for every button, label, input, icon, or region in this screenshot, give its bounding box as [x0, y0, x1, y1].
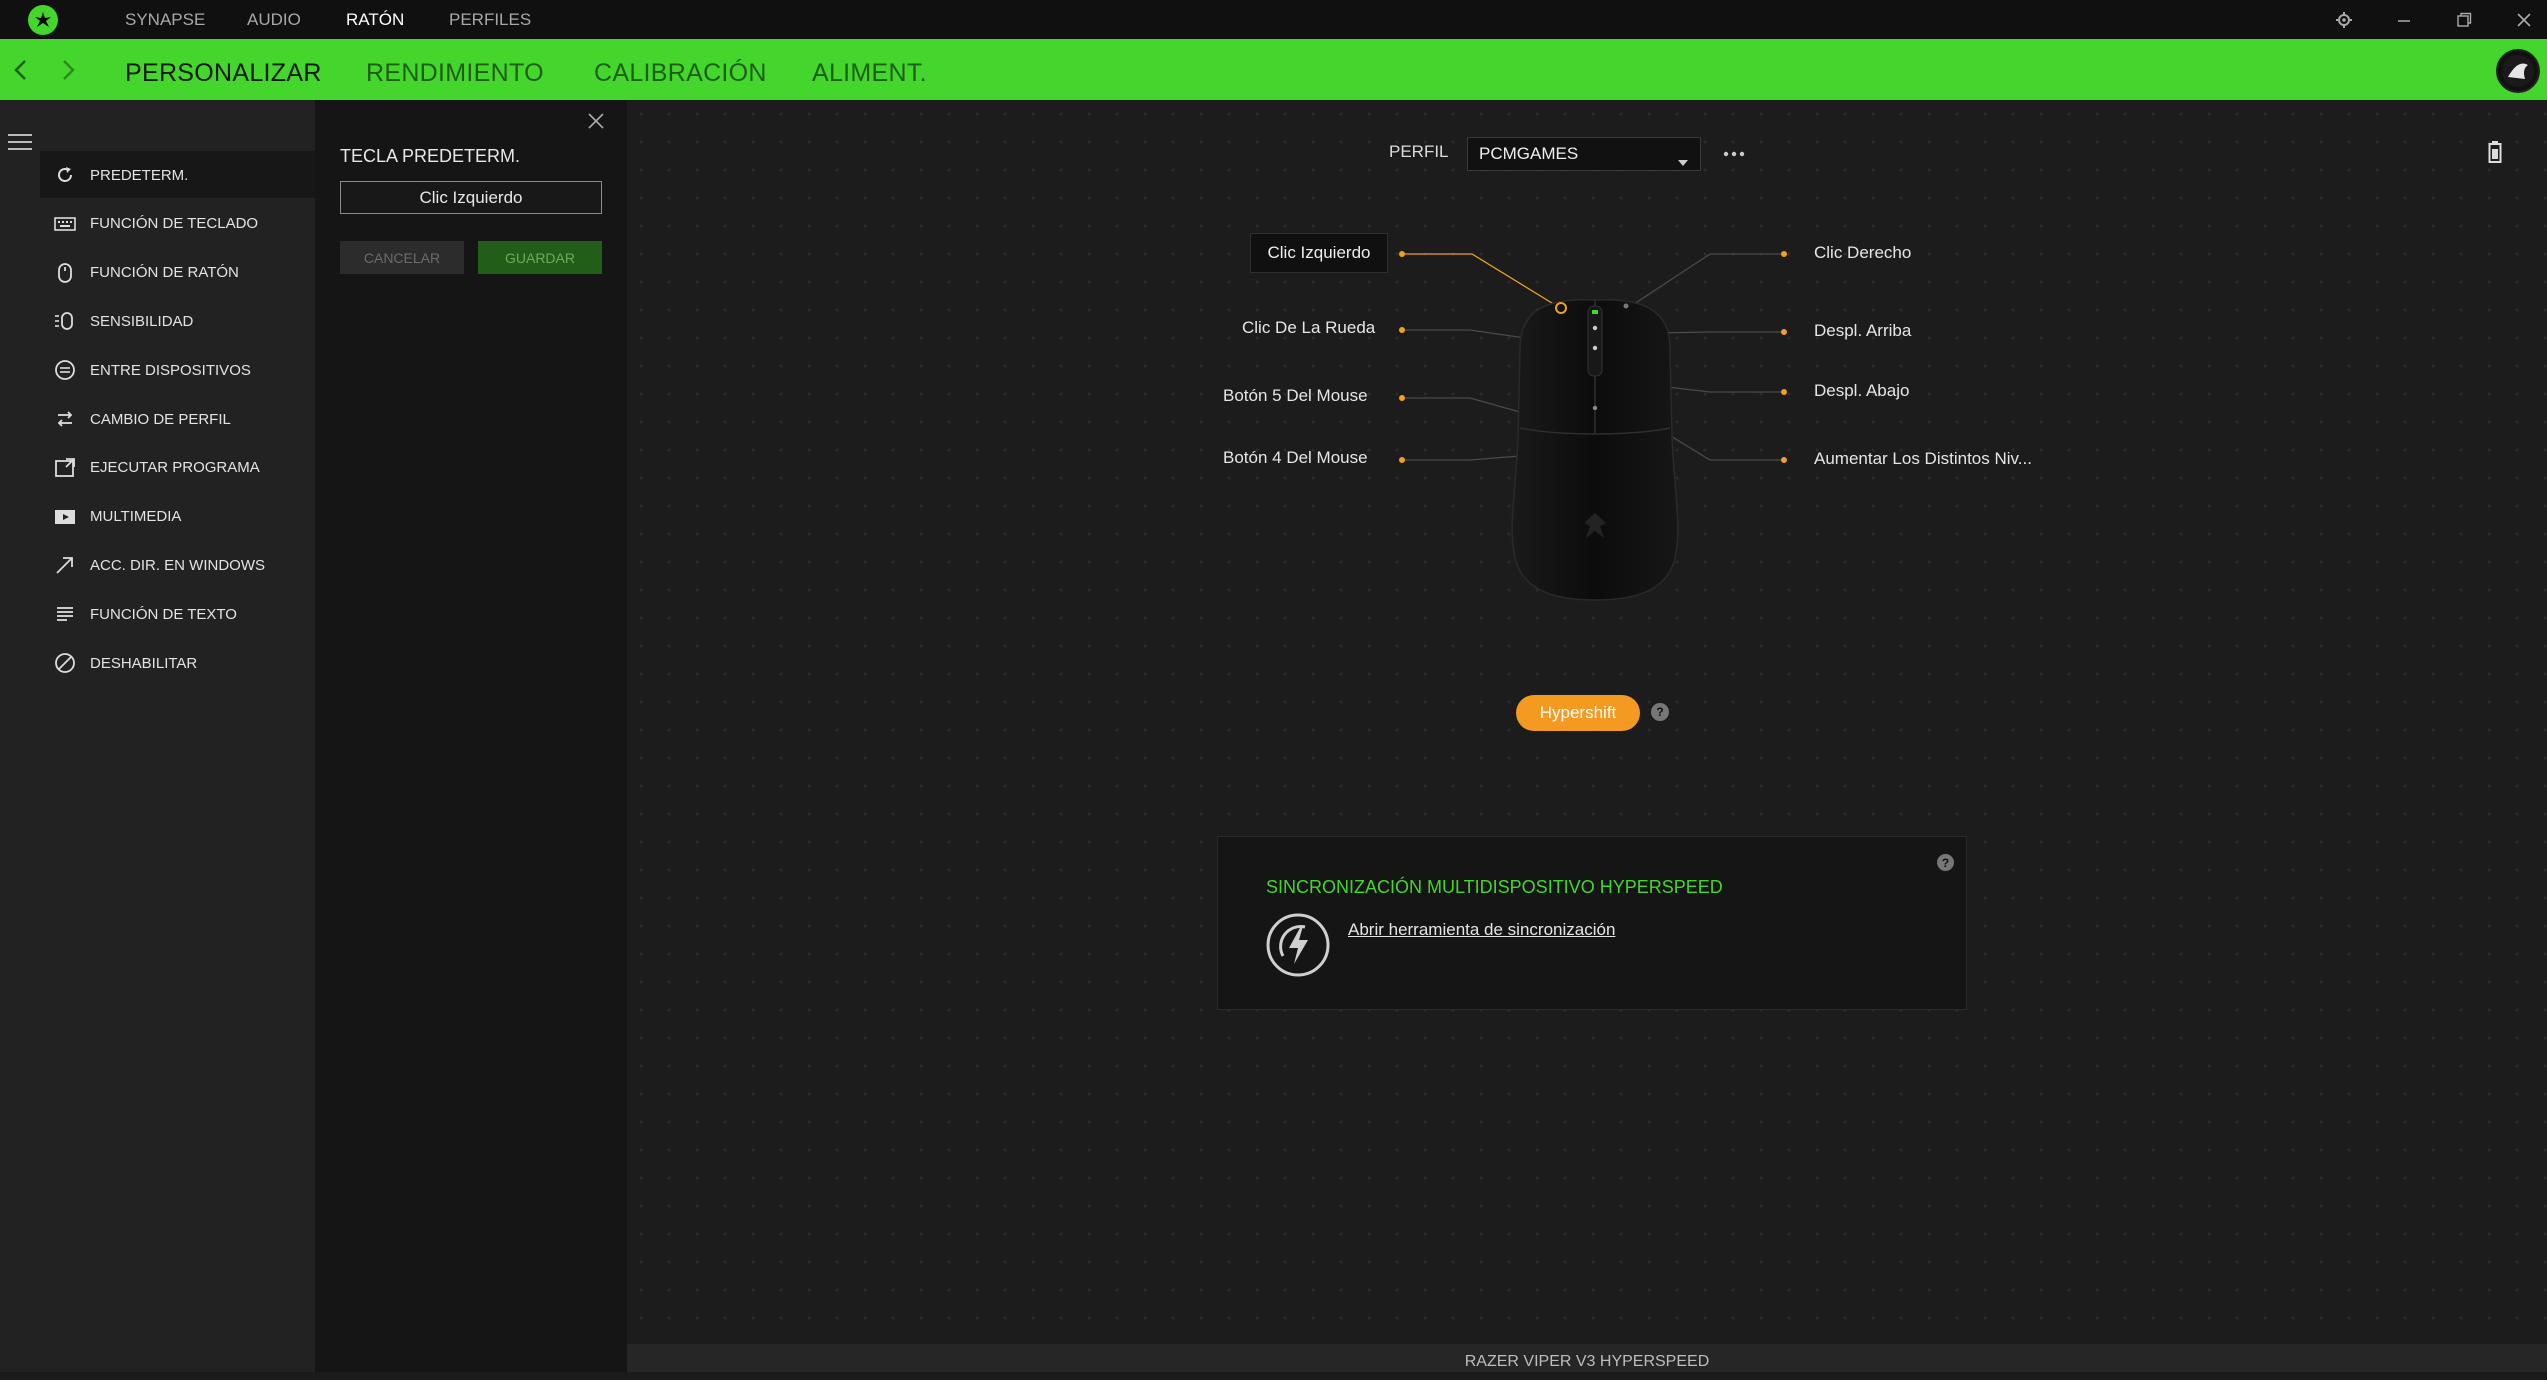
restore-icon[interactable] — [2444, 0, 2484, 39]
panel-title: TECLA PREDETERM. — [340, 146, 521, 166]
forward-arrow-icon[interactable] — [55, 52, 81, 88]
topnav-synapse[interactable]: SYNAPSE — [125, 0, 205, 39]
menu-item-label: FUNCIÓN DE TEXTO — [90, 605, 237, 623]
keyboard-icon — [40, 213, 90, 235]
menu-item[interactable]: DESHABILITAR — [40, 639, 315, 687]
menu-item[interactable]: FUNCIÓN DE TECLADO — [40, 200, 315, 248]
button-label-scroll-up[interactable]: Despl. Arriba — [1814, 321, 1911, 341]
menu-item-label: SENSIBILIDAD — [90, 312, 194, 330]
key-assign-panel — [315, 100, 627, 1372]
button-dot — [1399, 251, 1405, 257]
inter-device-icon — [40, 359, 90, 381]
button-dot — [1781, 329, 1787, 335]
button-dot — [1781, 251, 1787, 257]
menu-item-label: PREDETERM. — [90, 166, 189, 184]
cancel-button[interactable]: CANCELAR — [340, 241, 464, 274]
tab-personalizar[interactable]: PERSONALIZAR — [125, 39, 322, 100]
reset-icon — [40, 164, 90, 186]
profile-label: PERFIL — [1389, 142, 1449, 161]
close-window-icon[interactable] — [2504, 0, 2544, 39]
text-icon — [40, 603, 90, 625]
user-avatar[interactable] — [2496, 49, 2540, 93]
mouse-icon — [40, 262, 90, 284]
menu-item-label: FUNCIÓN DE TECLADO — [90, 215, 259, 233]
button-label-mouse-5[interactable]: Botón 5 Del Mouse — [1223, 386, 1368, 406]
device-name-footer: RAZER VIPER V3 HYPERSPEED — [627, 1344, 2547, 1372]
menu-item-label: DESHABILITAR — [90, 654, 198, 672]
dropdown-caret-icon — [1678, 151, 1688, 171]
menu-item-label: EJECUTAR PROGRAMA — [90, 459, 260, 477]
close-panel-icon[interactable] — [587, 112, 605, 135]
menu-item[interactable]: ENTRE DISPOSITIVOS — [40, 346, 315, 394]
topnav-audio[interactable]: AUDIO — [247, 0, 301, 39]
button-dot — [1399, 457, 1405, 463]
open-sync-tool-link[interactable]: Abrir herramienta de sincronización — [1348, 920, 1615, 940]
hypershift-help-icon[interactable]: ? — [1651, 703, 1669, 721]
menu-item[interactable]: SENSIBILIDAD — [40, 297, 315, 345]
menu-item[interactable]: PREDETERM. — [40, 151, 315, 199]
minimize-icon[interactable] — [2384, 0, 2424, 39]
profile-switch-icon — [40, 408, 90, 430]
mouse-device-image — [1511, 299, 1679, 601]
menu-item-label: FUNCIÓN DE RATÓN — [90, 264, 239, 282]
sync-help-icon[interactable]: ? — [1937, 854, 1954, 871]
menu-item-label: MULTIMEDIA — [90, 508, 182, 526]
more-options-icon[interactable] — [1722, 145, 1746, 163]
tab-rendimiento[interactable]: RENDIMIENTO — [366, 39, 544, 100]
hypershift-button[interactable]: Hypershift — [1516, 695, 1640, 731]
button-label-dpi-cycle[interactable]: Aumentar Los Distintos Niv... — [1814, 449, 2032, 469]
sensitivity-icon — [40, 310, 90, 332]
button-dot — [1781, 389, 1787, 395]
disable-icon — [40, 652, 90, 674]
menu-item[interactable]: EJECUTAR PROGRAMA — [40, 444, 315, 492]
button-label-mouse-4[interactable]: Botón 4 Del Mouse — [1223, 448, 1368, 468]
menu-item[interactable]: MULTIMEDIA — [40, 493, 315, 541]
sync-title: SINCRONIZACIÓN MULTIDISPOSITIVO HYPERSPE… — [1266, 877, 1723, 897]
button-dot — [1399, 327, 1405, 333]
settings-gear-icon[interactable] — [2324, 0, 2364, 39]
button-dot — [1781, 457, 1787, 463]
menu-item-label: ENTRE DISPOSITIVOS — [90, 361, 251, 379]
razer-logo-icon[interactable] — [28, 5, 58, 35]
menu-item[interactable]: CAMBIO DE PERFIL — [40, 395, 315, 443]
button-label-left-click[interactable]: Clic Izquierdo — [1250, 233, 1388, 273]
menu-item-label: ACC. DIR. EN WINDOWS — [90, 556, 265, 574]
battery-icon — [2488, 140, 2502, 169]
menu-item-label: CAMBIO DE PERFIL — [90, 410, 231, 428]
button-dot — [1399, 395, 1405, 401]
save-button[interactable]: GUARDAR — [478, 241, 602, 274]
button-label-wheel-click[interactable]: Clic De La Rueda — [1242, 318, 1375, 338]
menu-item[interactable]: FUNCIÓN DE RATÓN — [40, 249, 315, 297]
key-value-field[interactable]: Clic Izquierdo — [340, 181, 602, 214]
topnav-perfiles[interactable]: PERFILES — [449, 0, 531, 39]
button-label-right-click[interactable]: Clic Derecho — [1814, 243, 1911, 263]
shortcut-arrow-icon — [40, 554, 90, 576]
back-arrow-icon[interactable] — [8, 52, 34, 88]
profile-dropdown[interactable]: PCMGAMES — [1467, 137, 1701, 171]
menu-item[interactable]: FUNCIÓN DE TEXTO — [40, 590, 315, 638]
profile-value: PCMGAMES — [1479, 144, 1579, 163]
tab-calibracion[interactable]: CALIBRACIÓN — [594, 39, 767, 100]
menu-item[interactable]: ACC. DIR. EN WINDOWS — [40, 541, 315, 589]
multimedia-icon — [40, 506, 90, 528]
hamburger-menu-icon[interactable] — [8, 132, 32, 157]
sync-lightning-icon — [1265, 912, 1331, 983]
launch-program-icon — [40, 457, 90, 479]
tab-aliment[interactable]: ALIMENT. — [812, 39, 927, 100]
topnav-raton[interactable]: RATÓN — [346, 0, 404, 39]
button-label-scroll-down[interactable]: Despl. Abajo — [1814, 381, 1909, 401]
